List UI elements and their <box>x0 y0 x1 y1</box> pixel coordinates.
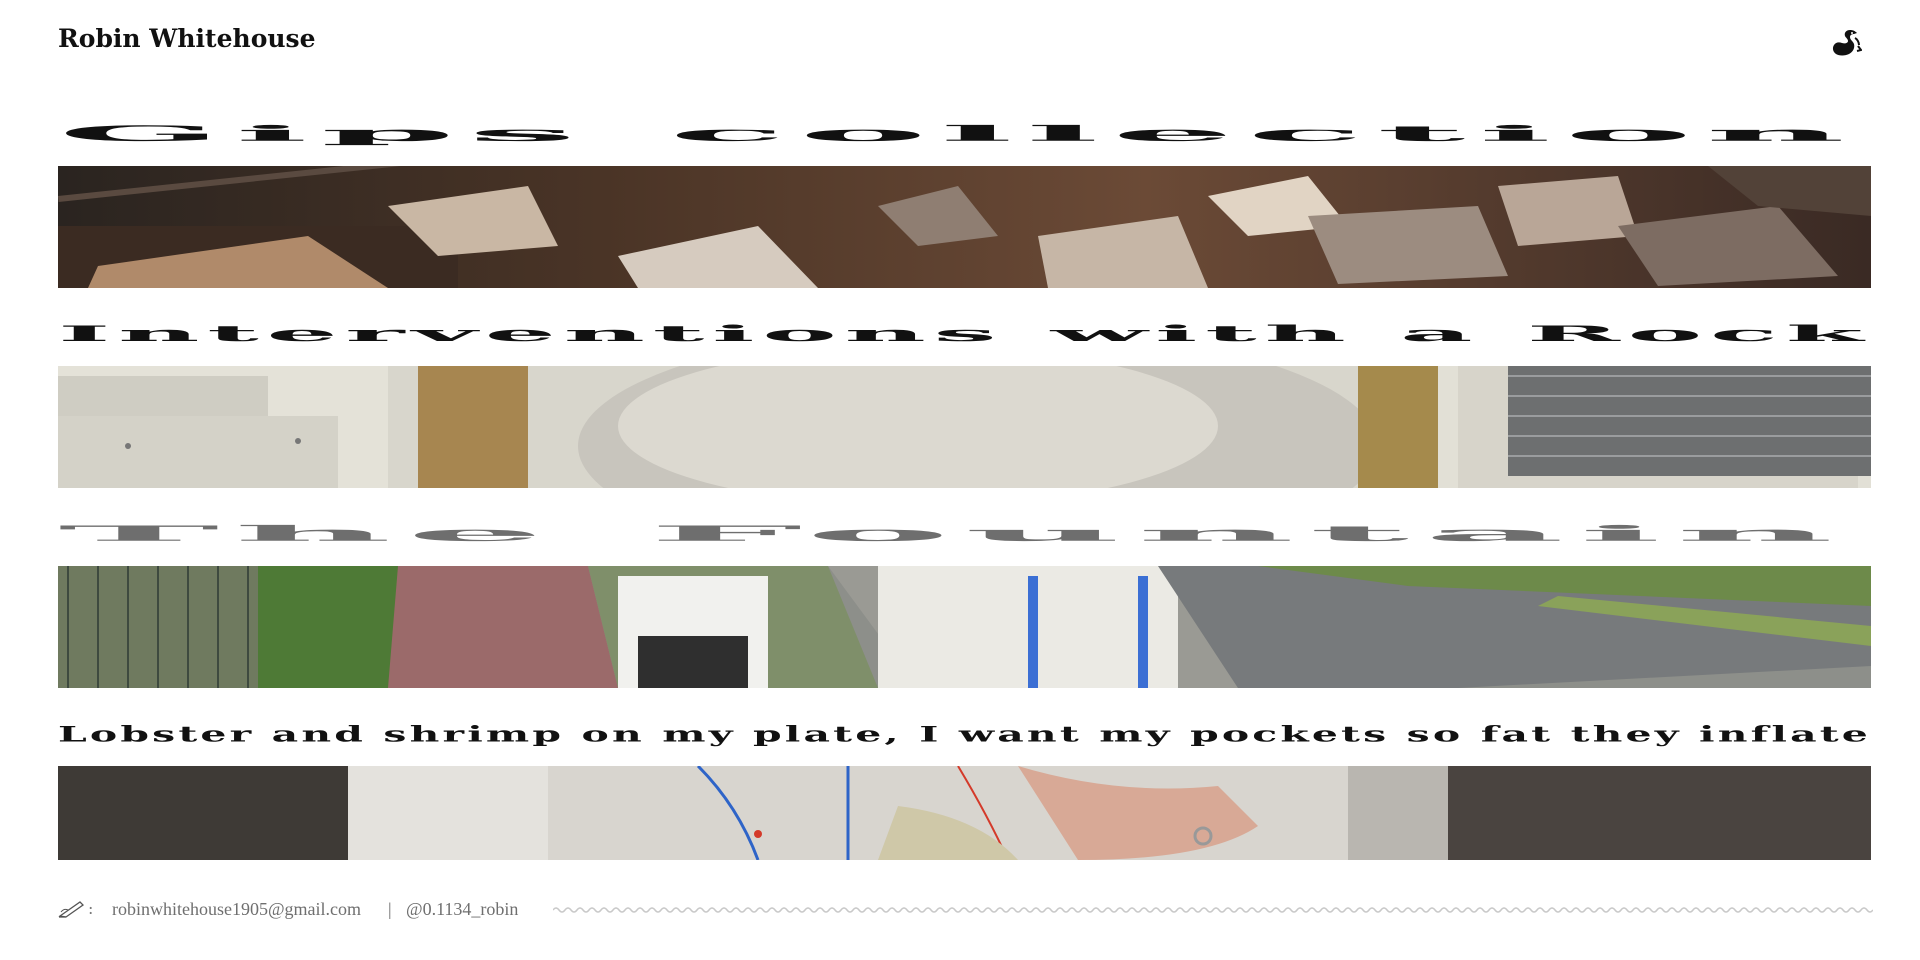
swan-icon[interactable] <box>1828 26 1862 60</box>
project-title-text: The Fountain <box>58 521 1848 546</box>
hand-holding-cast-photo <box>58 766 1871 860</box>
footer-separator: | <box>388 899 392 919</box>
project-title-text: Interventions with a Rock <box>58 321 1871 346</box>
project-title-lobster-and-shrimp[interactable]: Lobster and shrimp on my plate, I want m… <box>58 696 1871 756</box>
wavy-line-decoration <box>553 907 1873 913</box>
project-image-gips-collection[interactable] <box>58 166 1871 288</box>
site-header: Robin Whitehouse <box>58 24 1862 64</box>
site-title-link[interactable]: Robin Whitehouse <box>58 24 316 53</box>
project-title-gips-collection[interactable]: Gips collection <box>58 96 1871 156</box>
plaster-fragments-photo <box>58 166 1871 288</box>
project-title-text: Gips collection <box>58 121 1858 146</box>
project-image-the-fountain[interactable] <box>58 566 1871 688</box>
contact-colon: : <box>88 899 94 918</box>
project-title-interventions-with-a-rock[interactable]: Interventions with a Rock <box>58 296 1871 356</box>
white-rock-in-doorway-photo <box>58 366 1871 488</box>
pen-writing-icon <box>58 901 84 918</box>
project-title-text: Lobster and shrimp on my plate, I want m… <box>58 722 1871 747</box>
email-link[interactable]: robinwhitehouse1905@gmail.com <box>112 899 361 920</box>
project-image-interventions-with-a-rock[interactable] <box>58 366 1871 488</box>
site-footer: : robinwhitehouse1905@gmail.com | @0.113… <box>58 896 1873 924</box>
instagram-link[interactable]: @0.1134_robin <box>406 899 518 920</box>
project-title-the-fountain[interactable]: The Fountain <box>58 496 1871 556</box>
scooter-carrying-fountain-photo <box>58 566 1871 688</box>
project-image-lobster-and-shrimp[interactable] <box>58 766 1871 860</box>
